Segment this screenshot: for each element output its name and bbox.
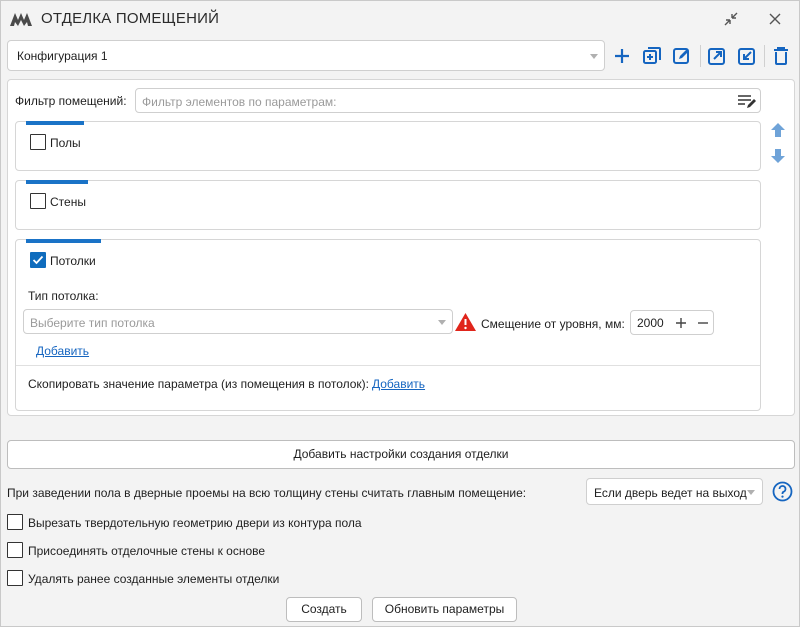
add-ceiling-type-link[interactable]: Добавить <box>36 344 89 358</box>
app-logo-icon <box>10 13 32 26</box>
delete-old-checkbox[interactable] <box>7 570 23 586</box>
plus-icon[interactable] <box>675 317 687 329</box>
copy-param-label: Скопировать значение параметра (из помещ… <box>28 377 370 391</box>
finishing-rooms-window: ОТДЕЛКА ПОМЕЩЕНИЙ Конфигурация 1 Фильтр … <box>0 0 800 627</box>
warning-icon <box>455 313 476 331</box>
arrow-down-icon[interactable] <box>769 147 787 165</box>
close-icon[interactable] <box>763 7 787 31</box>
walls-label: Стены <box>50 195 86 209</box>
door-rule-value: Если дверь ведет на выход <box>594 486 747 500</box>
section-walls <box>15 180 761 230</box>
ceilings-checkbox[interactable] <box>30 252 46 268</box>
configuration-value: Конфигурация 1 <box>17 49 108 63</box>
room-filter-label: Фильтр помещений: <box>15 94 127 108</box>
ceiling-type-label: Тип потолка: <box>28 289 99 303</box>
offset-value: 2000 <box>637 316 664 330</box>
chevron-down-icon <box>438 320 446 325</box>
update-params-button[interactable]: Обновить параметры <box>372 597 517 622</box>
section-divider <box>16 365 760 366</box>
create-button[interactable]: Создать <box>286 597 362 622</box>
ceilings-label: Потолки <box>50 254 96 268</box>
collapse-icon[interactable] <box>719 7 743 31</box>
chevron-down-icon <box>590 54 598 59</box>
export-icon[interactable] <box>704 43 730 69</box>
section-accent-bar <box>26 180 88 184</box>
floors-label: Полы <box>50 136 81 150</box>
door-rule-label: При заведении пола в дверные проемы на в… <box>7 486 527 500</box>
section-accent-bar <box>26 239 101 243</box>
checkmark-icon <box>32 255 44 265</box>
toolbar-separator <box>764 45 765 67</box>
filter-edit-icon[interactable] <box>736 92 758 110</box>
join-walls-label: Присоединять отделочные стены к основе <box>28 544 266 558</box>
floors-checkbox[interactable] <box>30 134 46 150</box>
cut-geometry-label: Вырезать твердотельную геометрию двери и… <box>28 516 362 530</box>
offset-label: Смещение от уровня, мм: <box>481 317 625 331</box>
ceiling-type-select[interactable]: Выберите тип потолка <box>23 309 453 334</box>
chevron-down-icon <box>747 490 755 495</box>
add-icon[interactable] <box>609 43 635 69</box>
join-walls-checkbox[interactable] <box>7 542 23 558</box>
toolbar-separator <box>700 45 701 67</box>
section-accent-bar <box>26 121 84 125</box>
copy-add-icon[interactable] <box>639 43 665 69</box>
import-icon[interactable] <box>734 43 760 69</box>
room-filter-input[interactable]: Фильтр элементов по параметрам: <box>135 88 761 113</box>
title-bar: ОТДЕЛКА ПОМЕЩЕНИЙ <box>1 1 799 37</box>
delete-icon[interactable] <box>768 43 794 69</box>
window-title: ОТДЕЛКА ПОМЕЩЕНИЙ <box>41 10 220 27</box>
offset-stepper[interactable]: 2000 <box>630 310 714 335</box>
room-filter-placeholder: Фильтр элементов по параметрам: <box>142 95 337 109</box>
add-finishing-settings-button[interactable]: Добавить настройки создания отделки <box>7 440 795 469</box>
delete-old-label: Удалять ранее созданные элементы отделки <box>28 572 280 586</box>
edit-icon[interactable] <box>669 43 695 69</box>
cut-geometry-checkbox[interactable] <box>7 514 23 530</box>
minus-icon[interactable] <box>697 317 709 329</box>
section-floors <box>15 121 761 171</box>
help-icon[interactable] <box>772 481 793 502</box>
configuration-select[interactable]: Конфигурация 1 <box>7 40 605 71</box>
ceiling-type-placeholder: Выберите тип потолка <box>30 316 155 330</box>
arrow-up-icon[interactable] <box>769 121 787 139</box>
walls-checkbox[interactable] <box>30 193 46 209</box>
door-rule-select[interactable]: Если дверь ведет на выход <box>586 478 763 505</box>
copy-param-add-link[interactable]: Добавить <box>372 377 425 391</box>
